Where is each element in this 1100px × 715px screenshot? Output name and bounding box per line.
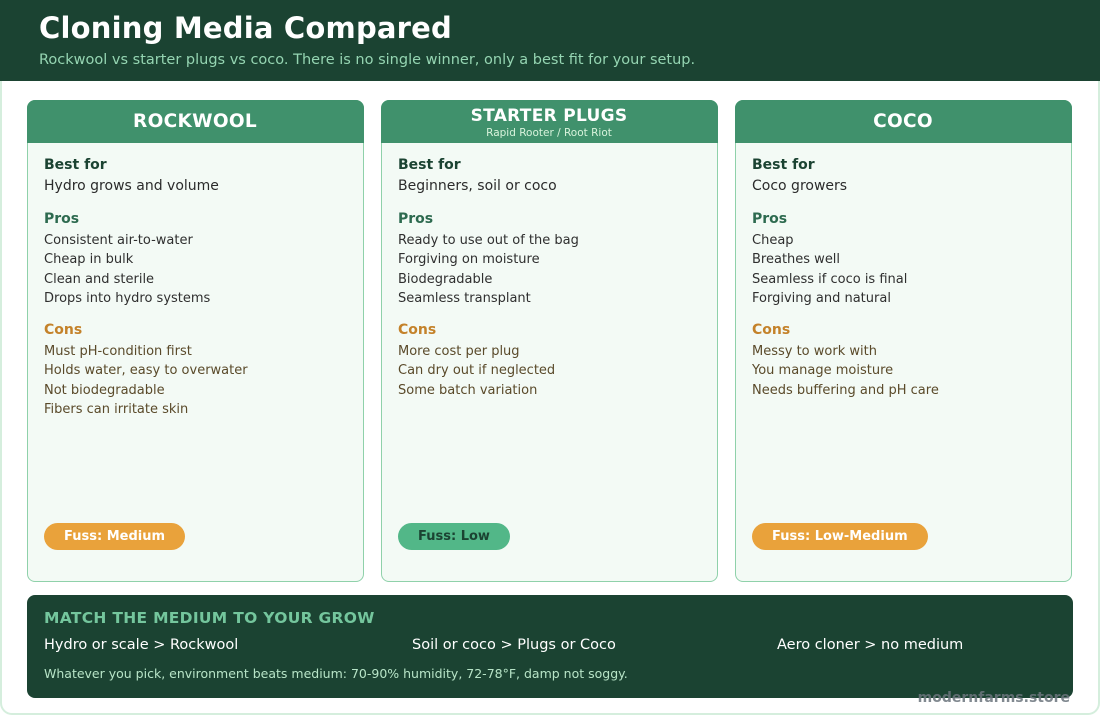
page-title: Cloning Media Compared (39, 11, 453, 45)
cons-label: Cons (752, 322, 791, 338)
best-for-value: Hydro grows and volume (44, 178, 219, 194)
con-item: Messy to work with (752, 344, 877, 359)
con-item: More cost per plug (398, 344, 520, 359)
cons-label: Cons (398, 322, 437, 338)
pros-section: Pros Cheap Breathes well Seamless if coc… (752, 211, 1061, 309)
cons-section: Cons Messy to work with You manage moist… (752, 322, 1061, 400)
con-item: Not biodegradable (44, 382, 165, 398)
best-for-section: Best for Beginners, soil or coco (398, 157, 707, 196)
con-item: Fibers can irritate skin (44, 402, 189, 418)
best-for-value: Coco growers (752, 178, 848, 194)
card-starter-plugs: STARTER PLUGS Rapid Rooter / Root Riot B… (380, 99, 718, 582)
brand-watermark: modernfarms.store (917, 690, 1070, 706)
card-rockwool: ROCKWOOL Best for Hydro grows and volume… (26, 99, 364, 582)
con-item: Holds water, easy to overwater (44, 363, 248, 379)
card-title: ROCKWOOL (133, 110, 257, 132)
card-header: ROCKWOOL (26, 99, 364, 143)
cons-section: Cons More cost per plug Can dry out if n… (398, 322, 707, 400)
environment-note: Whatever you pick, environment beats med… (44, 666, 628, 681)
best-for-label: Best for (398, 157, 461, 173)
con-item: Can dry out if neglected (398, 363, 556, 379)
fuss-badge: Fuss: Low (398, 523, 510, 550)
match-panel: MATCH THE MEDIUM TO YOUR GROW Hydro or s… (27, 595, 1073, 698)
page-subtitle: Rockwool vs starter plugs vs coco. There… (39, 52, 696, 68)
pro-item: Drops into hydro systems (44, 291, 211, 307)
pro-item: Forgiving on moisture (398, 252, 540, 268)
pros-label: Pros (44, 211, 80, 227)
match-item: Aero cloner > no medium (777, 637, 964, 653)
best-for-value: Beginners, soil or coco (398, 178, 557, 194)
best-for-section: Best for Coco growers (752, 157, 1061, 196)
pro-item: Cheap (752, 233, 794, 248)
fuss-badge: Fuss: Medium (44, 523, 186, 550)
card-title: STARTER PLUGS (470, 105, 628, 126)
card-subtitle: Rapid Rooter / Root Riot (486, 126, 612, 139)
match-title: MATCH THE MEDIUM TO YOUR GROW (44, 609, 375, 627)
pro-item: Ready to use out of the bag (398, 233, 579, 248)
pro-item: Seamless transplant (398, 291, 531, 307)
card-header: STARTER PLUGS Rapid Rooter / Root Riot (380, 99, 718, 143)
con-item: Some batch variation (398, 382, 538, 398)
match-item: Hydro or scale > Rockwool (44, 637, 239, 653)
best-for-section: Best for Hydro grows and volume (44, 157, 353, 196)
card-title: COCO (873, 110, 933, 132)
con-item: Needs buffering and pH care (752, 382, 939, 398)
card-coco: COCO Best for Coco growers Pros Cheap Br… (734, 99, 1072, 582)
pros-section: Pros Ready to use out of the bag Forgivi… (398, 211, 707, 309)
best-for-label: Best for (44, 157, 107, 173)
pro-item: Consistent air-to-water (44, 233, 193, 248)
cons-section: Cons Must pH-condition first Holds water… (44, 322, 353, 420)
pro-item: Biodegradable (398, 271, 493, 287)
best-for-label: Best for (752, 157, 815, 173)
pro-item: Seamless if coco is final (752, 271, 908, 287)
pro-item: Breathes well (752, 252, 841, 268)
pro-item: Cheap in bulk (44, 252, 134, 268)
pro-item: Clean and sterile (44, 271, 155, 287)
pro-item: Forgiving and natural (752, 291, 891, 307)
cons-label: Cons (44, 322, 83, 338)
match-item: Soil or coco > Plugs or Coco (412, 637, 616, 653)
con-item: You manage moisture (752, 363, 894, 379)
fuss-badge: Fuss: Low-Medium (752, 523, 928, 550)
pros-label: Pros (398, 211, 434, 227)
pros-section: Pros Consistent air-to-water Cheap in bu… (44, 211, 353, 309)
con-item: Must pH-condition first (44, 344, 192, 359)
card-header: COCO (734, 99, 1072, 143)
pros-label: Pros (752, 211, 788, 227)
header-banner: Cloning Media Compared Rockwool vs start… (0, 0, 1100, 81)
